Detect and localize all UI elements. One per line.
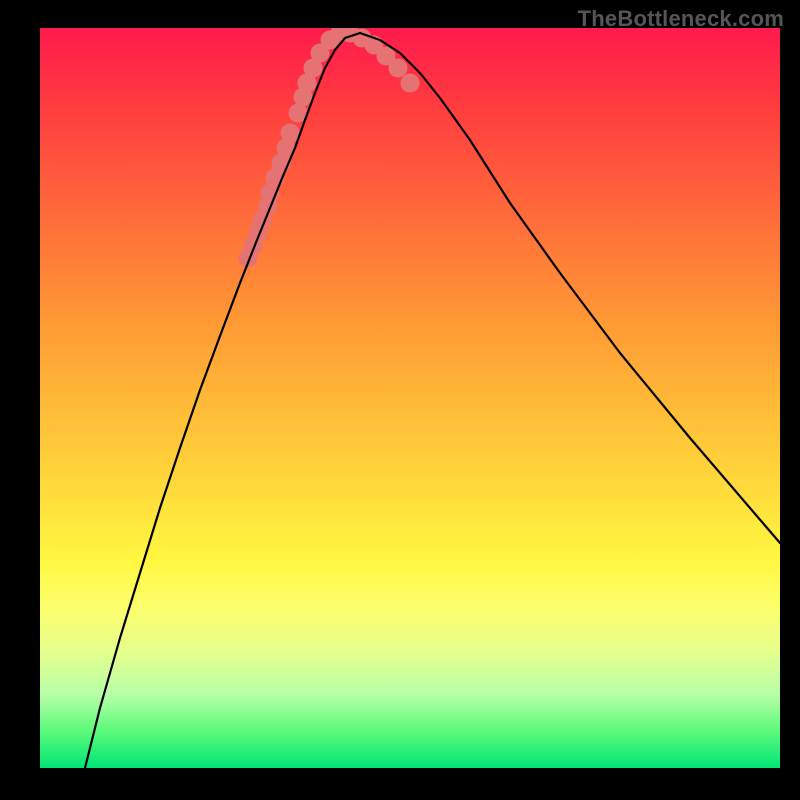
chart-svg bbox=[40, 28, 780, 768]
data-dot bbox=[281, 124, 300, 143]
chart-container: TheBottleneck.com bbox=[0, 0, 800, 800]
curve-path bbox=[85, 33, 780, 768]
data-dot bbox=[401, 74, 420, 93]
data-dot bbox=[389, 59, 408, 78]
dots-group bbox=[239, 28, 420, 268]
plot-area bbox=[40, 28, 780, 768]
